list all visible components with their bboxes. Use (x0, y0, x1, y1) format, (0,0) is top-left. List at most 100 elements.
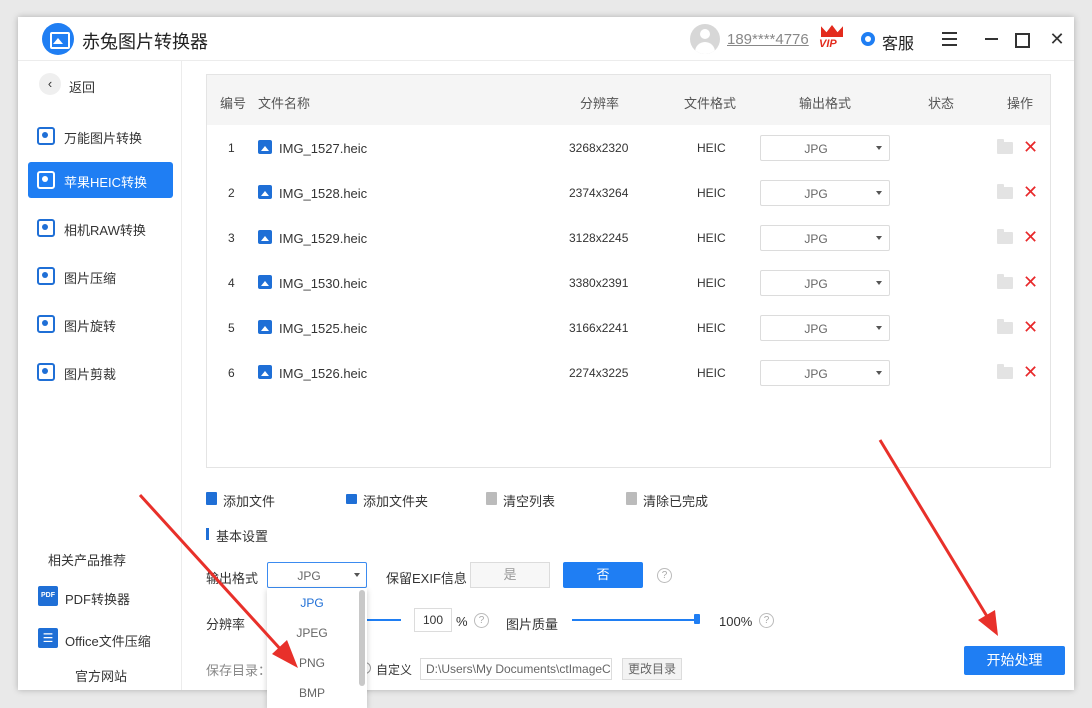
image-file-icon (258, 230, 272, 244)
add-folder-label: 添加文件夹 (363, 494, 429, 509)
resolution-label: 分辨率 (206, 617, 246, 632)
sidebar-item-label: 相机RAW转换 (64, 223, 146, 238)
row-output-format-select[interactable]: JPG (760, 135, 890, 161)
header-format: 文件格式 (684, 96, 737, 111)
sidebar-item-rotate[interactable]: 图片旋转 (28, 306, 173, 342)
quality-slider-thumb[interactable] (694, 614, 700, 624)
row-output-format-select[interactable]: JPG (760, 360, 890, 386)
folder-icon[interactable] (997, 139, 1013, 154)
close-icon[interactable]: ✕ (1045, 27, 1069, 51)
heic-icon (37, 171, 55, 189)
pdf-icon: PDF (38, 586, 58, 606)
output-format-label: 输出格式 (206, 571, 259, 586)
quality-slider[interactable] (572, 619, 700, 621)
sidebar-item-heic-convert[interactable]: 苹果HEIC转换 (28, 162, 173, 198)
vip-label: VIP (819, 38, 837, 50)
customer-service-button[interactable]: 客服 (882, 30, 914, 54)
add-file-label: 添加文件 (223, 494, 276, 509)
app-logo-icon (42, 23, 74, 55)
row-resolution: 3268x2320 (569, 141, 629, 155)
delete-icon[interactable]: ✕ (1023, 316, 1038, 338)
delete-icon[interactable]: ✕ (1023, 181, 1038, 203)
row-filename: IMG_1528.heic (279, 186, 368, 201)
table-row: 5 IMG_1525.heic 3166x2241 HEIC JPG ✕ (207, 306, 1050, 351)
chevron-down-icon (354, 573, 360, 577)
back-arrow-icon: ‹ (39, 73, 61, 95)
minimize-icon[interactable] (980, 27, 1004, 51)
header-resolution: 分辨率 (580, 96, 620, 111)
username-link[interactable]: 189****4776 (727, 31, 809, 48)
resolution-input[interactable]: 100 (414, 608, 452, 632)
format-option-jpg[interactable]: JPG (267, 588, 357, 618)
vip-badge[interactable]: VIP (819, 25, 845, 53)
clear-done-label: 清除已完成 (643, 494, 709, 509)
crown-icon (821, 25, 843, 37)
quality-value: 100% (719, 614, 753, 629)
exif-no-button[interactable]: 否 (563, 562, 643, 588)
row-output-format-select[interactable]: JPG (760, 180, 890, 206)
sidebar-item-label: 图片压缩 (64, 271, 117, 286)
official-site-link[interactable]: 官方网站 (75, 666, 127, 685)
help-icon[interactable]: ? (759, 613, 774, 628)
menu-icon[interactable] (938, 27, 962, 51)
back-label: 返回 (69, 80, 96, 95)
maximize-icon[interactable] (1009, 27, 1033, 51)
sidebar-item-label: 苹果HEIC转换 (64, 175, 148, 190)
broom-icon (626, 492, 637, 505)
customer-service-icon[interactable] (861, 32, 875, 46)
delete-icon[interactable]: ✕ (1023, 136, 1038, 158)
table-row: 6 IMG_1526.heic 2274x3225 HEIC JPG ✕ (207, 351, 1050, 396)
resolution-unit: % (456, 614, 468, 629)
format-option-jpeg[interactable]: JPEG (267, 618, 357, 648)
start-processing-button[interactable]: 开始处理 (964, 646, 1065, 675)
format-option-png[interactable]: PNG (267, 648, 357, 678)
sidebar-item-universal-convert[interactable]: 万能图片转换 (28, 118, 173, 154)
table-row: 4 IMG_1530.heic 3380x2391 HEIC JPG ✕ (207, 261, 1050, 306)
folder-add-icon (346, 494, 357, 504)
output-format-select[interactable]: JPG (267, 562, 367, 588)
save-path-input[interactable]: D:\Users\My Documents\ctImageC (420, 658, 612, 680)
row-filename: IMG_1529.heic (279, 231, 368, 246)
format-option-bmp[interactable]: BMP (267, 678, 357, 708)
folder-icon[interactable] (997, 319, 1013, 334)
sidebar-item-raw-convert[interactable]: 相机RAW转换 (28, 210, 173, 246)
exif-label: 保留EXIF信息 (386, 571, 467, 586)
sidebar-item-label: 万能图片转换 (64, 131, 143, 146)
chevron-down-icon (876, 281, 882, 285)
resolution-slider[interactable] (367, 619, 401, 621)
image-file-icon (258, 320, 272, 334)
row-output-format-select[interactable]: JPG (760, 315, 890, 341)
quality-label: 图片质量 (506, 617, 559, 632)
row-index: 2 (228, 186, 235, 200)
chevron-down-icon (876, 371, 882, 375)
avatar[interactable] (690, 24, 720, 54)
section-label: 基本设置 (216, 529, 269, 544)
chevron-down-icon (876, 236, 882, 240)
output-format-value: JPG (297, 569, 321, 583)
row-filename: IMG_1525.heic (279, 321, 368, 336)
row-output-format-select[interactable]: JPG (760, 270, 890, 296)
row-output-format-select[interactable]: JPG (760, 225, 890, 251)
row-output-format-value: JPG (804, 232, 828, 246)
help-icon[interactable]: ? (657, 568, 672, 583)
row-index: 4 (228, 276, 235, 290)
row-output-format-value: JPG (804, 277, 828, 291)
folder-icon[interactable] (997, 364, 1013, 379)
sidebar-item-crop[interactable]: 图片剪裁 (28, 354, 173, 390)
section-marker (206, 528, 209, 540)
help-icon[interactable]: ? (474, 613, 489, 628)
exif-yes-button[interactable]: 是 (470, 562, 550, 588)
delete-icon[interactable]: ✕ (1023, 226, 1038, 248)
folder-icon[interactable] (997, 229, 1013, 244)
app-window: 赤兔图片转换器 189****4776 VIP 客服 ✕ ‹ 返回 万能图片转换… (18, 17, 1074, 708)
folder-icon[interactable] (997, 274, 1013, 289)
image-file-icon (258, 185, 272, 199)
dropdown-scrollbar[interactable] (359, 590, 365, 686)
change-dir-button[interactable]: 更改目录 (622, 658, 682, 680)
header-output-format: 输出格式 (799, 96, 852, 111)
delete-icon[interactable]: ✕ (1023, 361, 1038, 383)
header-name: 文件名称 (258, 96, 311, 111)
delete-icon[interactable]: ✕ (1023, 271, 1038, 293)
sidebar-item-compress[interactable]: 图片压缩 (28, 258, 173, 294)
folder-icon[interactable] (997, 184, 1013, 199)
